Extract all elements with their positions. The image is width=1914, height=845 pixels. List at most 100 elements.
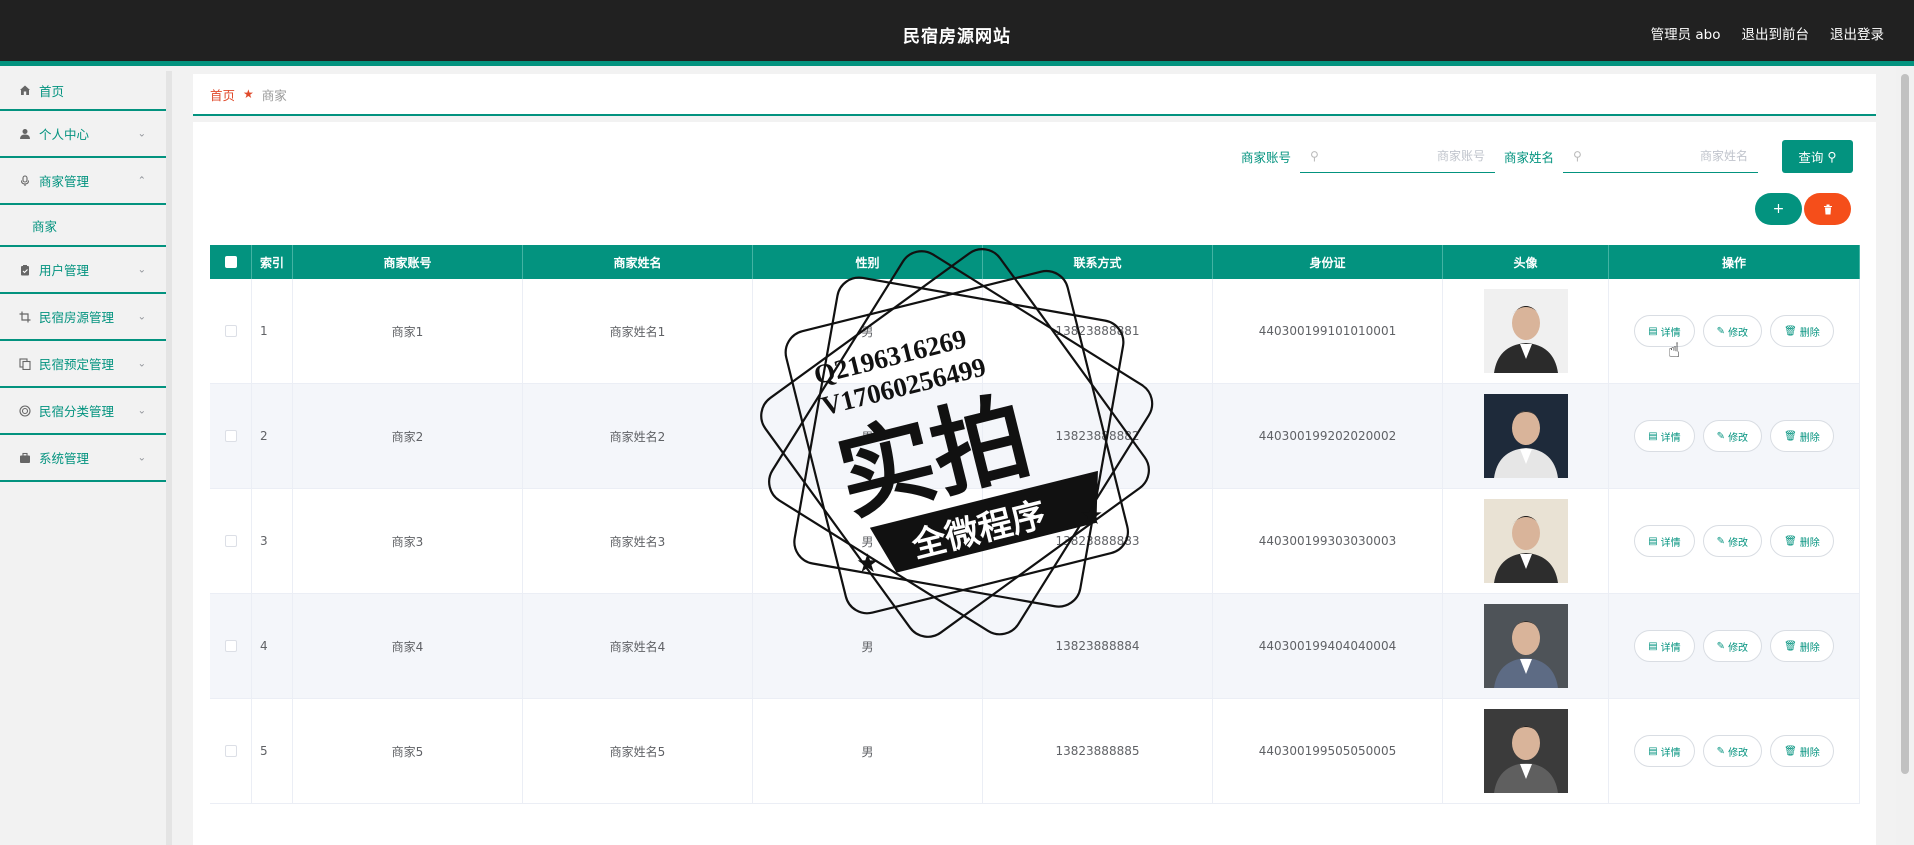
- edit-label: 修改: [1728, 537, 1749, 549]
- account-search-input[interactable]: [1299, 140, 1495, 172]
- detail-button[interactable]: ▤ 详情: [1634, 630, 1695, 662]
- sidebar-item-label: 民宿分类管理: [39, 404, 115, 419]
- cell-name: 商家姓名1: [523, 279, 753, 383]
- query-button[interactable]: 查询 ⚲: [1782, 140, 1853, 173]
- header-idcard: 身份证: [1213, 245, 1443, 279]
- row-checkbox[interactable]: [224, 325, 237, 337]
- avatar[interactable]: [1483, 289, 1568, 373]
- sidebar-item-personal-center[interactable]: 个人中心 ⌄: [0, 111, 166, 158]
- sidebar-item-merchant-management[interactable]: 商家管理 ⌃: [0, 158, 166, 205]
- sidebar-subitem-merchant[interactable]: 商家: [0, 205, 166, 247]
- delete-button[interactable]: 🗑 删除: [1770, 525, 1834, 557]
- cell-index: 5: [252, 699, 293, 803]
- page-scrollbar[interactable]: [1896, 66, 1914, 845]
- delete-button[interactable]: 🗑 删除: [1770, 735, 1834, 767]
- cell-actions: ▤ 详情 ✎ 修改 🗑 删除: [1609, 489, 1860, 593]
- mic-icon: [18, 174, 32, 188]
- delete-label: 删除: [1799, 537, 1820, 549]
- sidebar-item-homestay-category-management[interactable]: 民宿分类管理 ⌄: [0, 388, 166, 435]
- sidebar-item-home[interactable]: 首页: [0, 71, 166, 111]
- row-checkbox[interactable]: [224, 640, 237, 652]
- cell-avatar: [1443, 594, 1609, 698]
- delete-button[interactable]: 🗑 删除: [1770, 420, 1834, 452]
- select-all-checkbox[interactable]: [224, 256, 237, 268]
- table-row: 2 商家2 商家姓名2 男 13823888882 440300199202020002 ▤…: [210, 384, 1860, 489]
- sidebar-item-homestay-booking-management[interactable]: 民宿预定管理 ⌄: [0, 341, 166, 388]
- detail-button[interactable]: ▤ 详情: [1634, 420, 1695, 452]
- cell-gender: 男: [753, 489, 983, 593]
- row-select-cell: [210, 699, 252, 803]
- sidebar-item-homestay-listing-management[interactable]: 民宿房源管理 ⌄: [0, 294, 166, 341]
- logout-link[interactable]: 退出登录: [1830, 23, 1884, 43]
- edit-button[interactable]: ✎ 修改: [1702, 420, 1763, 452]
- avatar[interactable]: [1483, 394, 1568, 478]
- detail-button[interactable]: ▤ 详情: [1634, 735, 1695, 767]
- header-name: 商家姓名: [523, 245, 753, 279]
- app-title: 民宿房源网站: [903, 27, 1011, 47]
- chevron-down-icon: ⌄: [137, 452, 146, 463]
- cell-idcard: 440300199303030003: [1213, 489, 1443, 593]
- batch-delete-button[interactable]: [1804, 193, 1851, 225]
- cell-index: 4: [252, 594, 293, 698]
- search-icon: ⚲: [1309, 149, 1319, 163]
- chevron-up-icon: ⌃: [137, 175, 146, 186]
- table-row: 4 商家4 商家姓名4 男 13823888884 440300199404040004 ▤…: [210, 594, 1860, 699]
- sidebar-item-system-management[interactable]: 系统管理 ⌄: [0, 435, 166, 482]
- back-to-front-link[interactable]: 退出到前台: [1742, 23, 1810, 43]
- table-header: 索引 商家账号 商家姓名 性别 联系方式 身份证 头像 操作: [210, 245, 1860, 279]
- avatar[interactable]: [1483, 499, 1568, 583]
- sidebar-item-label: 系统管理: [39, 451, 90, 466]
- add-button[interactable]: +: [1755, 193, 1802, 225]
- trash-icon: 🗑: [1784, 745, 1797, 757]
- table-body: 1 商家1 商家姓名1 男 13823888881 440300199101010001 ▤…: [210, 279, 1860, 804]
- edit-button[interactable]: ✎ 修改: [1702, 735, 1763, 767]
- merchant-table: 索引 商家账号 商家姓名 性别 联系方式 身份证 头像 操作 1 商家1 商家姓名1…: [210, 245, 1860, 804]
- delete-button[interactable]: 🗑 删除: [1770, 315, 1834, 347]
- sidebar-item-user-management[interactable]: 用户管理 ⌄: [0, 247, 166, 294]
- detail-label: 详情: [1660, 327, 1681, 339]
- chevron-down-icon: ⌄: [137, 264, 146, 275]
- detail-label: 详情: [1660, 537, 1681, 549]
- cell-account: 商家4: [293, 594, 523, 698]
- search-icon: ⚲: [1573, 149, 1582, 163]
- cell-idcard: 440300199202020002: [1213, 384, 1443, 488]
- edit-label: 修改: [1728, 327, 1749, 339]
- delete-button[interactable]: 🗑 删除: [1770, 630, 1834, 662]
- name-search-input[interactable]: [1563, 140, 1758, 172]
- pencil-icon: ✎: [1716, 325, 1726, 337]
- edit-button[interactable]: ✎ 修改: [1702, 315, 1763, 347]
- row-select-cell: [210, 279, 252, 383]
- main-content: 商家账号 ⚲ 商家姓名 ⚲ 查询 ⚲ + 索引 商家账号 商家姓名 性别 联系方…: [193, 122, 1876, 845]
- row-checkbox[interactable]: [224, 745, 237, 757]
- search-icon: ⚲: [1827, 150, 1837, 164]
- document-icon: ▤: [1648, 430, 1658, 442]
- cell-account: 商家5: [293, 699, 523, 803]
- search-form: 商家账号 ⚲ 商家姓名 ⚲ 查询 ⚲: [1241, 140, 1853, 173]
- breadcrumb-separator-icon: ★: [243, 87, 254, 101]
- cell-avatar: [1443, 384, 1609, 488]
- cell-account: 商家2: [293, 384, 523, 488]
- cell-phone: 13823888881: [983, 279, 1213, 383]
- row-checkbox[interactable]: [224, 535, 237, 547]
- detail-button[interactable]: ▤ 详情: [1634, 525, 1695, 557]
- sidebar-item-label: 首页: [39, 83, 65, 99]
- cell-phone: 13823888884: [983, 594, 1213, 698]
- detail-button[interactable]: ▤ 详情: [1634, 315, 1695, 347]
- row-checkbox[interactable]: [224, 430, 237, 442]
- avatar[interactable]: [1483, 604, 1568, 688]
- query-label: 查询: [1798, 151, 1824, 165]
- cell-idcard: 440300199101010001: [1213, 279, 1443, 383]
- sidebar-scrollbar[interactable]: [166, 71, 172, 845]
- name-label: 商家姓名: [1503, 150, 1554, 165]
- edit-button[interactable]: ✎ 修改: [1702, 525, 1763, 557]
- edit-button[interactable]: ✎ 修改: [1702, 630, 1763, 662]
- cell-name: 商家姓名4: [523, 594, 753, 698]
- page-scrollbar-thumb[interactable]: [1901, 74, 1909, 774]
- document-icon: ▤: [1648, 745, 1658, 757]
- crop-icon: [18, 310, 32, 324]
- avatar[interactable]: [1483, 709, 1568, 793]
- breadcrumb-home[interactable]: 首页: [210, 85, 235, 104]
- sidebar-item-label: 民宿预定管理: [39, 357, 115, 372]
- cell-gender: 男: [753, 699, 983, 803]
- header-actions: 操作: [1609, 245, 1860, 279]
